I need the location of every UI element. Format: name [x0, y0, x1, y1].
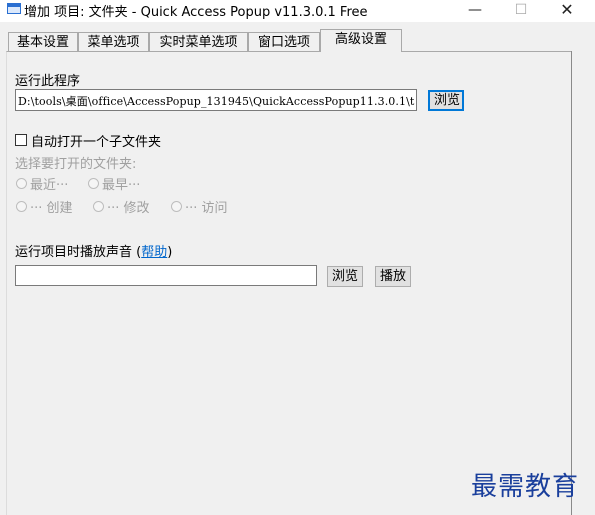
- close-button[interactable]: ✕: [544, 0, 590, 22]
- tab-menu-options[interactable]: 菜单选项: [78, 32, 149, 52]
- radio-created-label: ··· 创建: [30, 201, 73, 216]
- sound-play-button[interactable]: 播放: [375, 266, 411, 287]
- auto-open-subfolder-label: 自动打开一个子文件夹: [31, 135, 162, 150]
- title-bar: 增加 项目: 文件夹 - Quick Access Popup v11.3.0.…: [0, 0, 595, 22]
- tab-advanced-settings[interactable]: 高级设置: [320, 29, 402, 52]
- run-program-value: D:\tools\桌面\office\AccessPopup_131945\Qu…: [18, 95, 415, 108]
- run-program-browse-button[interactable]: 浏览: [428, 90, 464, 111]
- radio-oldest-label: 最早···: [102, 178, 141, 193]
- close-icon: ✕: [560, 0, 574, 19]
- play-sound-label: 运行项目时播放声音 (帮助): [15, 245, 173, 260]
- tab-window-options[interactable]: 窗口选项: [248, 32, 320, 52]
- radio-oldest[interactable]: [88, 178, 99, 189]
- radio-most-recent[interactable]: [16, 178, 27, 189]
- sound-file-input[interactable]: [15, 265, 317, 286]
- radio-accessed-label: ··· 访问: [185, 201, 228, 216]
- radio-created[interactable]: [16, 201, 27, 212]
- run-program-label: 运行此程序: [15, 74, 81, 89]
- radio-most-recent-label: 最近···: [30, 178, 69, 193]
- sound-browse-button[interactable]: 浏览: [327, 266, 363, 287]
- watermark: 最需教育: [471, 472, 580, 502]
- window-title: 增加 项目: 文件夹 - Quick Access Popup v11.3.0.…: [24, 5, 368, 20]
- panel-right-edge: [571, 51, 572, 515]
- radio-modified-label: ··· 修改: [107, 201, 150, 216]
- help-link[interactable]: 帮助: [141, 245, 167, 260]
- maximize-button[interactable]: ☐: [498, 0, 544, 22]
- select-folder-label: 选择要打开的文件夹:: [15, 157, 137, 172]
- radio-accessed[interactable]: [171, 201, 182, 212]
- run-program-input[interactable]: D:\tools\桌面\office\AccessPopup_131945\Qu…: [15, 89, 417, 111]
- radio-modified[interactable]: [93, 201, 104, 212]
- minimize-icon: —: [468, 2, 482, 18]
- tab-basic-settings[interactable]: 基本设置: [8, 32, 78, 52]
- auto-open-subfolder-checkbox[interactable]: [15, 134, 27, 146]
- app-icon: [7, 3, 21, 14]
- tab-live-menu-options[interactable]: 实时菜单选项: [149, 32, 248, 52]
- minimize-button[interactable]: —: [452, 0, 498, 22]
- maximize-icon: ☐: [514, 2, 528, 18]
